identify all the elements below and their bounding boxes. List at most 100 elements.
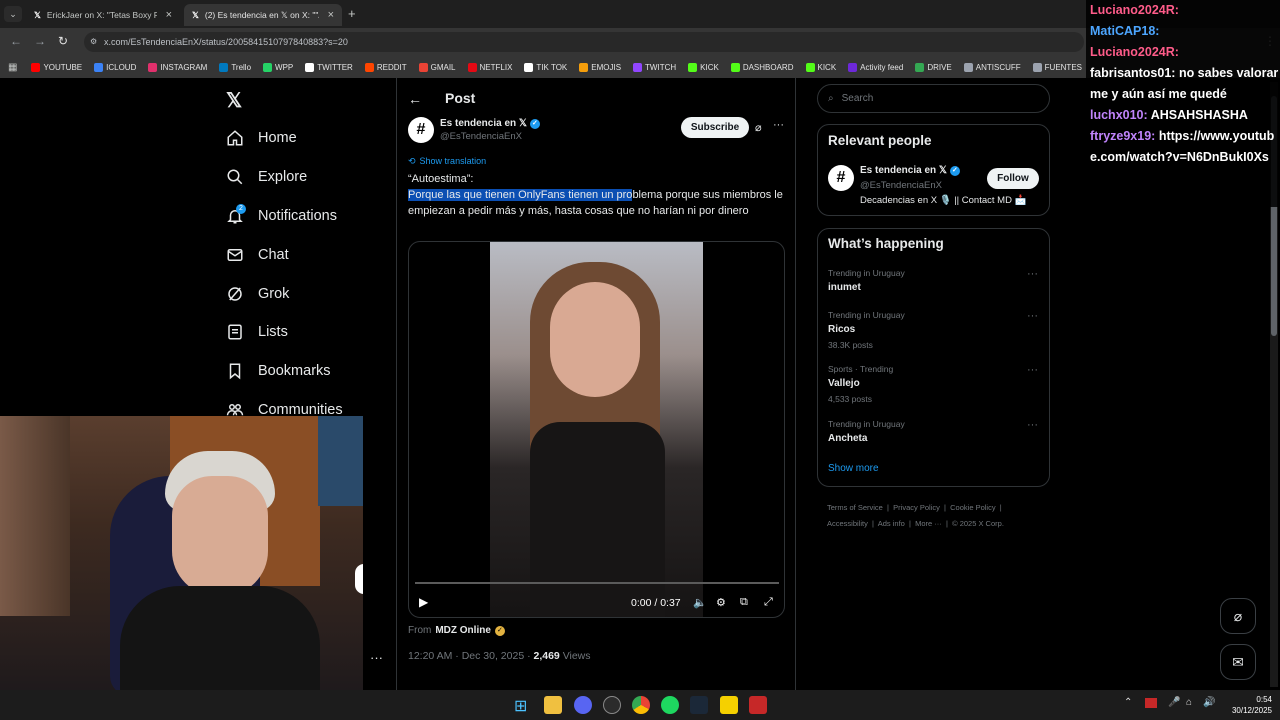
reload-icon[interactable]: ↻ — [58, 34, 68, 48]
site-info-icon[interactable]: ⚙ — [90, 32, 97, 52]
video-progress-track[interactable] — [415, 582, 779, 584]
footer-link-cookie[interactable]: Cookie Policy — [950, 503, 995, 512]
chrome-icon[interactable] — [632, 696, 650, 714]
footer-link-terms[interactable]: Terms of Service — [827, 503, 883, 512]
windows-start-icon[interactable]: ⊞ — [514, 696, 527, 716]
bookmark-item[interactable]: TWITTER — [299, 62, 359, 72]
bookmark-label: WPP — [275, 62, 294, 72]
clock[interactable]: 0:54 30/12/2025 — [1224, 694, 1272, 716]
bookmark-item[interactable]: DRIVE — [909, 62, 957, 72]
bookmark-item[interactable]: GMAIL — [413, 62, 462, 72]
subscribe-button[interactable]: Subscribe — [681, 117, 749, 138]
volume-icon[interactable]: 🔈 — [693, 596, 707, 609]
pip-icon[interactable]: ⧉ — [740, 596, 748, 609]
back-arrow-icon[interactable]: ← — [10, 34, 22, 48]
bookmark-item[interactable]: YOUTUBE — [25, 62, 88, 72]
bookmark-label: YOUTUBE — [43, 62, 83, 72]
bookmark-item[interactable]: EMOJIS — [573, 62, 627, 72]
nav-chat[interactable]: Chat — [226, 246, 289, 264]
obs-icon[interactable] — [603, 696, 621, 714]
trend-item[interactable]: Trending in Uruguay Ricos 38.3K posts ··… — [828, 310, 1038, 350]
bookmark-item[interactable]: INSTAGRAM — [142, 62, 213, 72]
source-name-link[interactable]: MDZ Online — [435, 625, 491, 636]
bookmark-item[interactable]: TWITCH — [627, 62, 682, 72]
nav-lists[interactable]: Lists — [226, 323, 288, 341]
apps-grid-icon[interactable]: ▦ — [6, 62, 25, 73]
footer-link-accessibility[interactable]: Accessibility — [827, 519, 868, 528]
new-tab-button[interactable]: + — [348, 6, 356, 21]
bookmark-label: TWITTER — [317, 62, 353, 72]
x-logo-icon[interactable]: 𝕏 — [226, 88, 242, 113]
nav-grok[interactable]: Grok — [226, 285, 289, 303]
close-tab-icon[interactable]: × — [166, 9, 172, 21]
bookmark-item[interactable]: WPP — [257, 62, 299, 72]
search-input[interactable]: ⌕ Search — [817, 84, 1050, 113]
fullscreen-icon[interactable]: ⤢ — [764, 596, 773, 609]
grok-icon[interactable]: ⌀ — [755, 121, 762, 134]
sticky-notes-icon[interactable] — [720, 696, 738, 714]
more-options-icon[interactable]: ··· — [773, 119, 784, 131]
spotify-icon[interactable] — [661, 696, 679, 714]
play-icon[interactable]: ▶ — [419, 595, 428, 609]
footer-link-privacy[interactable]: Privacy Policy — [893, 503, 940, 512]
bookmark-item[interactable]: TIK TOK — [518, 62, 573, 72]
chat-lines: Luciano2024R: MatiCAP18: Luciano2024R: f… — [1086, 0, 1280, 168]
nav-explore[interactable]: Explore — [226, 168, 307, 186]
tray-chevron-icon[interactable]: ⌃ — [1124, 697, 1132, 708]
speaker-icon[interactable]: 🔊 — [1203, 697, 1215, 708]
show-translation-link[interactable]: ⟲ Show translation — [408, 156, 486, 167]
steam-icon[interactable] — [690, 696, 708, 714]
back-arrow-icon[interactable]: ← — [408, 91, 422, 107]
author-name[interactable]: Es tendencia en 𝕏 ✓ — [440, 118, 540, 129]
bookmark-item[interactable]: KICK — [800, 62, 843, 72]
close-tab-icon[interactable]: × — [328, 9, 334, 21]
bookmark-item[interactable]: ICLOUD — [88, 62, 142, 72]
video-player[interactable]: ▶ 0:00 / 0:37 🔈 ⚙ ⧉ ⤢ — [408, 241, 785, 618]
avatar[interactable]: # — [828, 165, 854, 191]
trend-more-icon[interactable]: ··· — [1027, 419, 1038, 431]
trend-item[interactable]: Sports · Trending Vallejo 4,533 posts ··… — [828, 364, 1038, 404]
bookmark-item[interactable]: Activity feed — [842, 62, 909, 72]
bookmark-item[interactable]: NETFLIX — [462, 62, 519, 72]
nav-home[interactable]: Home — [226, 129, 297, 147]
tab-search-button[interactable]: ⌄ — [4, 6, 22, 22]
trend-more-icon[interactable]: ··· — [1027, 364, 1038, 376]
avatar[interactable]: # — [408, 117, 434, 143]
tab-estendencia[interactable]: 𝕏 (2) Es tendencia en 𝕏 on X: ""Au... × — [184, 4, 342, 26]
bookmark-item[interactable]: FUENTES — [1027, 62, 1088, 72]
trend-item[interactable]: Trending in Uruguay Ancheta ··· — [828, 419, 1038, 444]
person-handle[interactable]: @EsTendenciaEnX — [860, 180, 942, 191]
url-field[interactable]: ⚙ x.com/EsTendenciaEnX/status/2005841510… — [84, 32, 1084, 52]
bookmark-item[interactable]: REDDIT — [359, 62, 413, 72]
footer-link-ads[interactable]: Ads info — [878, 519, 905, 528]
column-divider-left — [396, 78, 397, 690]
app-red-icon[interactable] — [749, 696, 767, 714]
grok-icon: ⌀ — [1233, 608, 1243, 624]
network-icon[interactable]: ⌂ — [1186, 697, 1192, 708]
account-more-icon[interactable]: ··· — [370, 650, 383, 665]
follow-button[interactable]: Follow — [987, 168, 1039, 189]
grok-float-button[interactable]: ⌀ — [1220, 598, 1256, 634]
person-name[interactable]: Es tendencia en 𝕏 ✓ — [860, 165, 960, 176]
discord-icon[interactable] — [574, 696, 592, 714]
tab-erickjaer[interactable]: 𝕏 ErickJaer on X: "Tetas Boxy Fit I... × — [26, 4, 180, 26]
trend-more-icon[interactable]: ··· — [1027, 268, 1038, 280]
bookmark-item[interactable]: KICK — [682, 62, 725, 72]
nav-bookmarks[interactable]: Bookmarks — [226, 362, 331, 380]
bookmark-item[interactable]: ANTISCUFF — [958, 62, 1027, 72]
author-handle[interactable]: @EsTendenciaEnX — [440, 131, 522, 142]
forward-arrow-icon[interactable]: → — [34, 34, 46, 48]
bookmark-label: ICLOUD — [106, 62, 137, 72]
bookmark-item[interactable]: DASHBOARD — [725, 62, 800, 72]
footer-link-more[interactable]: More ··· — [915, 519, 942, 528]
trend-more-icon[interactable]: ··· — [1027, 310, 1038, 322]
bookmark-item[interactable]: Trello — [213, 62, 257, 72]
messages-float-button[interactable]: ✉ — [1220, 644, 1256, 680]
webcam-poster — [318, 416, 363, 506]
tray-app-icon[interactable] — [1145, 698, 1157, 708]
trend-item[interactable]: Trending in Uruguay inumet ··· — [828, 268, 1038, 293]
microphone-icon[interactable]: 🎤 — [1168, 697, 1180, 708]
file-explorer-icon[interactable] — [544, 696, 562, 714]
settings-gear-icon[interactable]: ⚙ — [716, 596, 726, 609]
show-more-link[interactable]: Show more — [828, 463, 879, 474]
